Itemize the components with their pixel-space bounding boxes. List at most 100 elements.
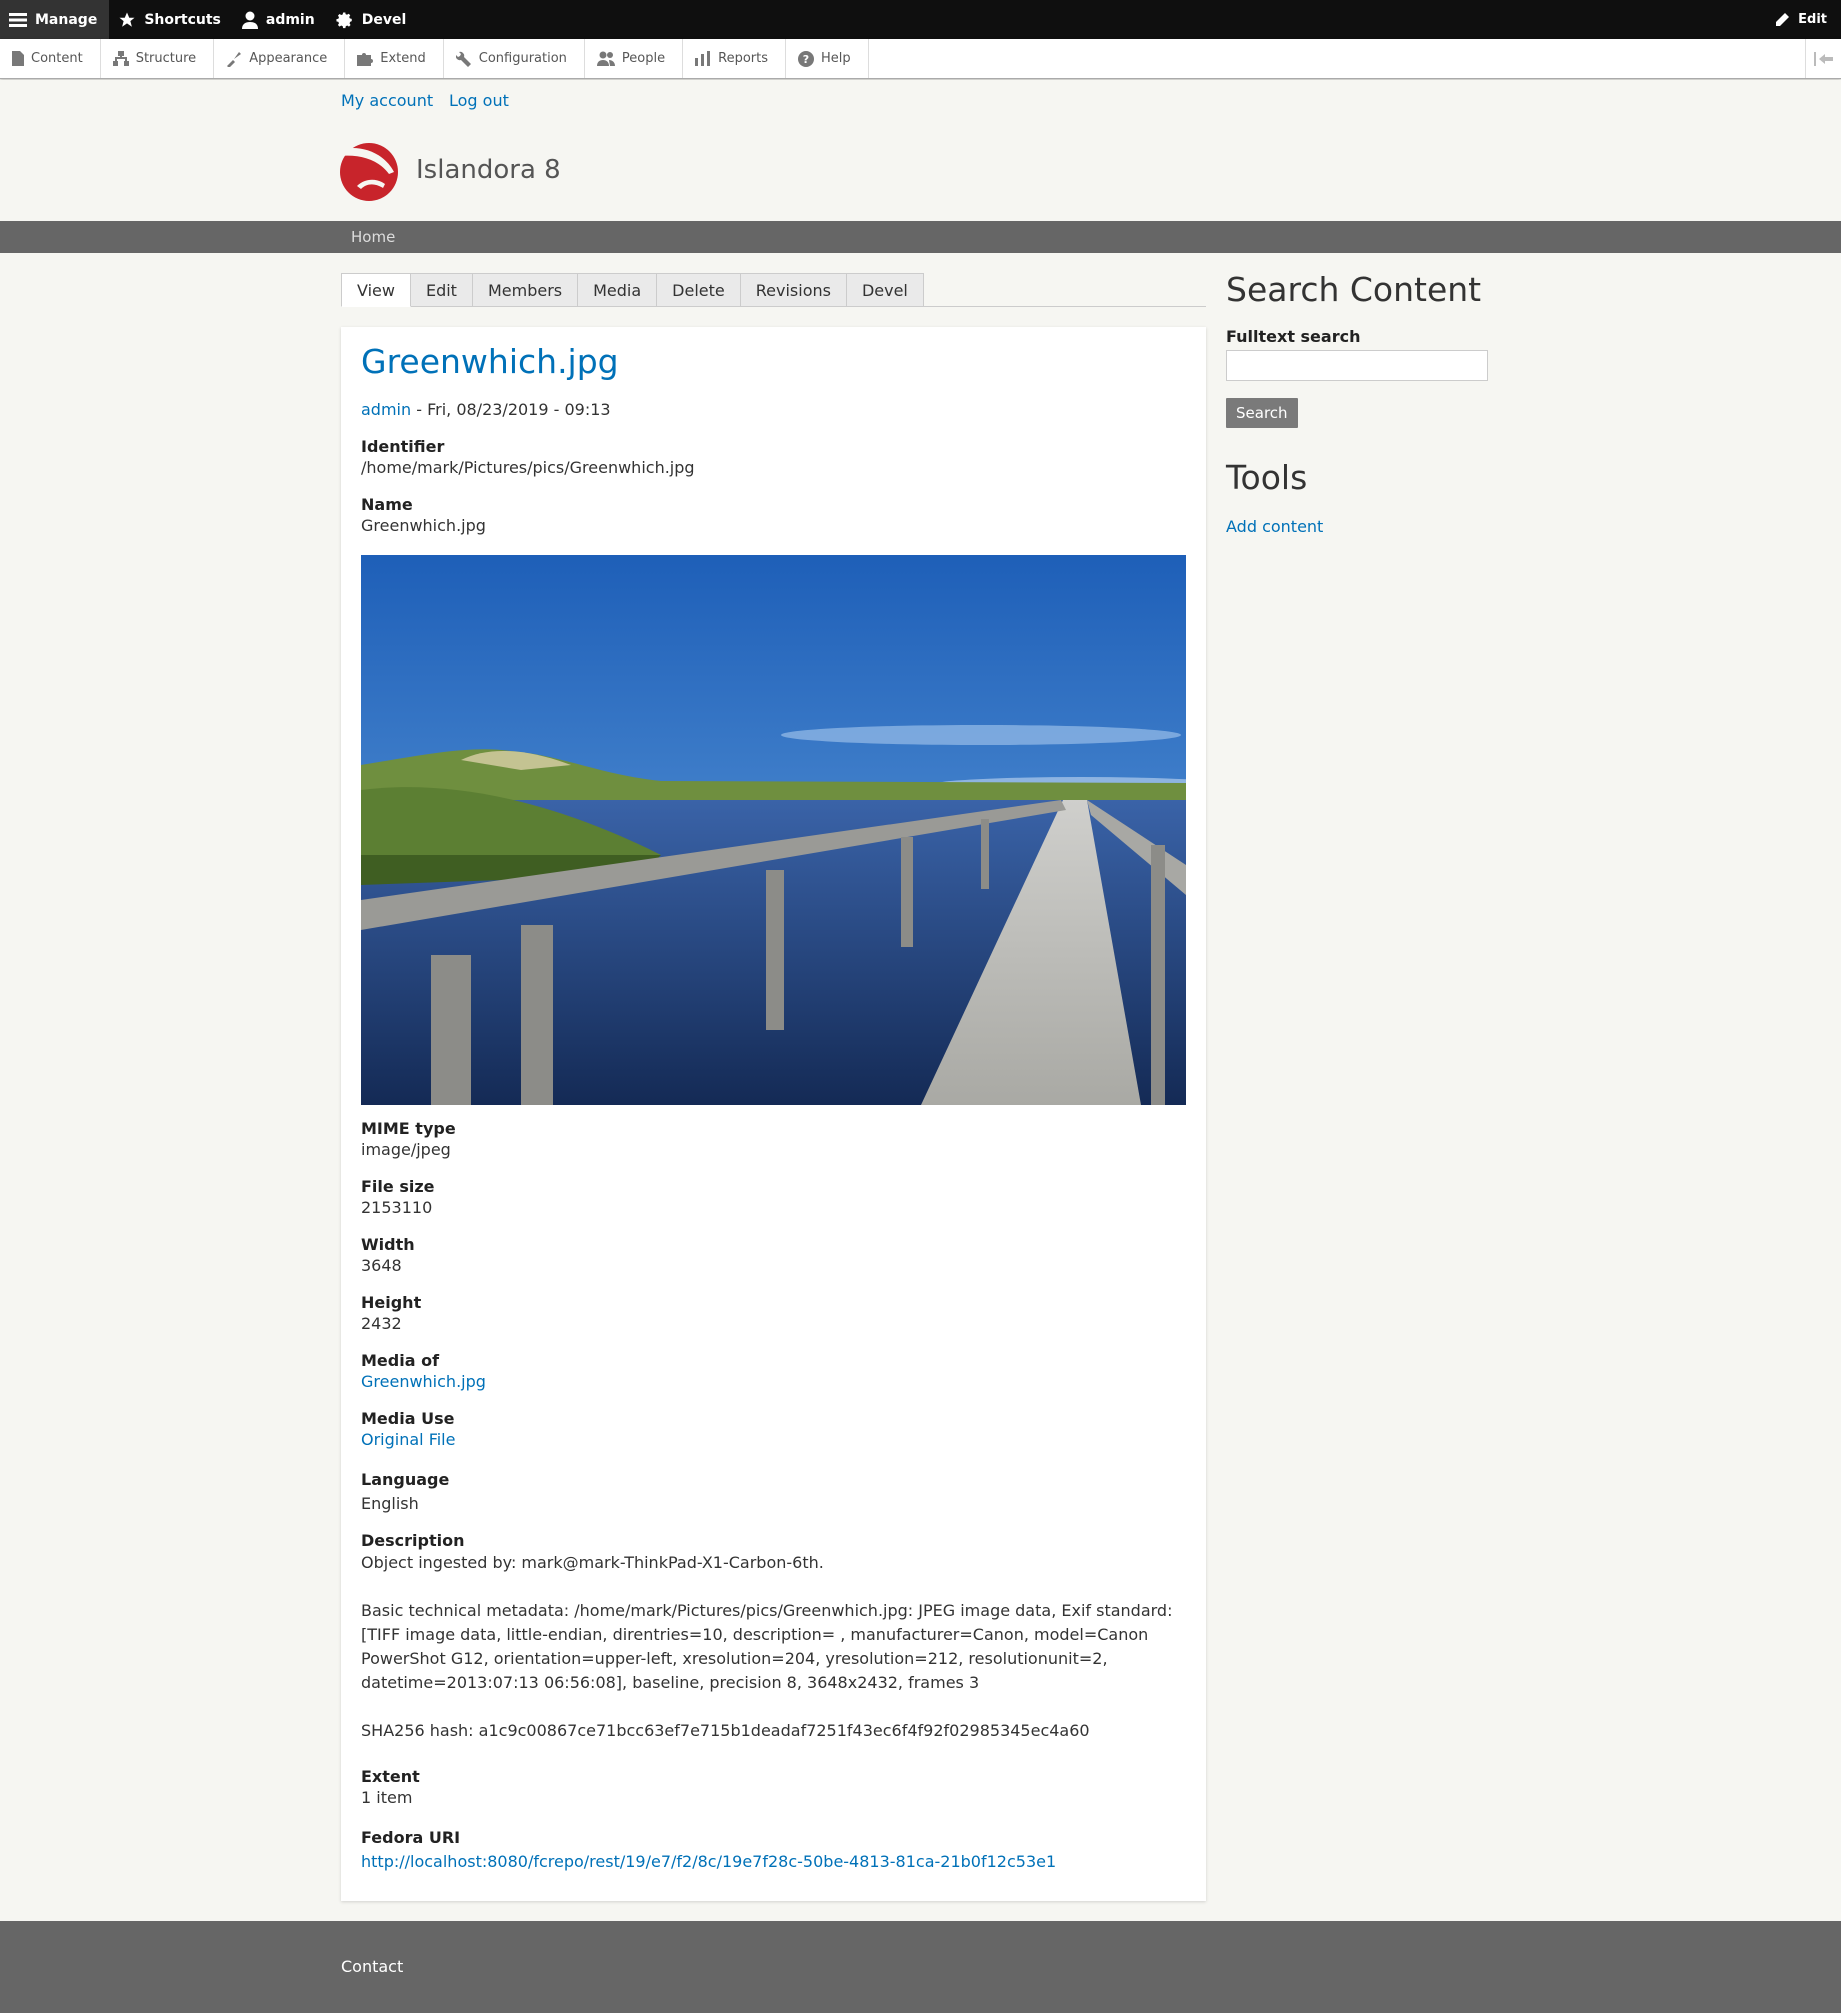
field-value: 1 item [361, 1788, 413, 1807]
shortcuts-label: Shortcuts [144, 11, 221, 28]
field-value: image/jpeg [361, 1140, 451, 1159]
field-media-use: Media Use Original File [361, 1408, 455, 1450]
bar-chart-icon [695, 51, 711, 66]
search-button[interactable]: Search [1226, 398, 1298, 428]
tray-item-reports[interactable]: Reports [683, 39, 786, 78]
field-label: Media Use [361, 1409, 455, 1428]
gear-icon [336, 12, 352, 28]
edit-toggle[interactable]: Edit [1774, 0, 1827, 39]
field-label: Fedora URI [361, 1828, 461, 1847]
author-link[interactable]: admin [361, 400, 411, 419]
field-value: 3648 [361, 1256, 402, 1275]
brush-icon [227, 51, 242, 67]
shortcuts-tab[interactable]: Shortcuts [109, 0, 233, 39]
tray-item-help[interactable]: ? Help [786, 39, 869, 78]
tab-media[interactable]: Media [578, 273, 658, 307]
media-content: Greenwhich.jpg admin - Fri, 08/23/2019 -… [341, 327, 1206, 1901]
pencil-icon [1776, 12, 1790, 26]
hamburger-icon [9, 12, 27, 27]
description-paragraph: SHA256 hash: a1c9c00867ce71bcc63ef7e715b… [361, 1721, 1090, 1740]
field-media-of: Media of Greenwhich.jpg [361, 1350, 486, 1392]
devel-label: Devel [361, 11, 407, 28]
local-tasks: View Edit Members Media Delete Revisions… [341, 273, 1206, 307]
tab-revisions[interactable]: Revisions [740, 273, 847, 307]
tray-label: Help [821, 51, 851, 66]
field-label: Description [361, 1531, 465, 1550]
field-language: Language English [361, 1469, 449, 1514]
tray-item-content[interactable]: Content [0, 39, 101, 78]
user-label: admin [265, 11, 315, 28]
devel-tab[interactable]: Devel [327, 0, 419, 39]
field-value: /home/mark/Pictures/pics/Greenwhich.jpg [361, 458, 695, 477]
breadcrumb-home[interactable]: Home [351, 228, 395, 246]
search-block-title: Search Content [1226, 270, 1482, 309]
people-icon [596, 51, 615, 66]
description-paragraph: Object ingested by: mark@mark-ThinkPad-X… [361, 1553, 824, 1572]
submitted-date: - Fri, 08/23/2019 - 09:13 [411, 400, 611, 419]
tab-view[interactable]: View [341, 273, 411, 307]
help-icon: ? [798, 50, 814, 67]
field-label: Name [361, 495, 413, 514]
admin-toolbar: Manage Shortcuts admin Devel Edit [0, 0, 1841, 39]
field-value: 2153110 [361, 1198, 433, 1217]
admin-tray: Content Structure Appearance Extend Conf… [0, 39, 1841, 79]
site-logo[interactable] [339, 142, 399, 206]
field-file-size: File size 2153110 [361, 1176, 435, 1218]
site-name[interactable]: Islandora 8 [416, 155, 561, 185]
manage-label: Manage [35, 11, 98, 28]
breadcrumb: Home [0, 221, 1841, 253]
tab-devel[interactable]: Devel [846, 273, 924, 307]
tray-item-extend[interactable]: Extend [345, 39, 444, 78]
my-account-link[interactable]: My account [341, 91, 433, 110]
islandora-logo-icon [339, 143, 398, 201]
add-content-link[interactable]: Add content [1226, 517, 1546, 536]
tab-delete[interactable]: Delete [657, 273, 741, 307]
tray-item-appearance[interactable]: Appearance [214, 39, 346, 78]
tray-item-structure[interactable]: Structure [101, 39, 215, 78]
site-footer: Contact [0, 1921, 1841, 2013]
wrench-icon [455, 51, 471, 67]
log-out-link[interactable]: Log out [449, 91, 509, 110]
field-value: English [361, 1494, 419, 1513]
field-extent: Extent 1 item [361, 1766, 420, 1808]
search-label: Fulltext search [1226, 327, 1361, 346]
tray-label: People [621, 51, 666, 66]
media-use-link[interactable]: Original File [361, 1430, 455, 1449]
tab-edit[interactable]: Edit [410, 273, 473, 307]
field-name: Name Greenwhich.jpg [361, 494, 486, 536]
tab-members[interactable]: Members [472, 273, 579, 307]
field-width: Width 3648 [361, 1234, 415, 1276]
field-label: File size [361, 1177, 435, 1196]
sidebar: Search Content Fulltext search Search To… [1226, 270, 1546, 536]
tray-label: Extend [380, 51, 426, 66]
field-value: Greenwhich.jpg [361, 516, 486, 535]
media-of-link[interactable]: Greenwhich.jpg [361, 1372, 486, 1391]
tray-label: Structure [135, 51, 197, 66]
structure-icon [112, 51, 129, 66]
user-tab[interactable]: admin [233, 0, 327, 39]
tray-orientation-toggle[interactable] [1805, 39, 1841, 78]
description-paragraph: Basic technical metadata: /home/mark/Pic… [361, 1601, 1173, 1692]
tray-label: Appearance [249, 51, 328, 66]
secondary-menu: My account Log out [0, 80, 1841, 124]
star-icon [119, 12, 135, 27]
tray-item-configuration[interactable]: Configuration [444, 39, 585, 78]
field-value: 2432 [361, 1314, 402, 1333]
submitted-info: admin - Fri, 08/23/2019 - 09:13 [361, 400, 611, 419]
user-icon [241, 11, 258, 29]
collapse-icon [1813, 51, 1833, 66]
search-input[interactable] [1226, 350, 1488, 381]
contact-link[interactable]: Contact [341, 1957, 403, 1976]
fedora-uri-link[interactable]: http://localhost:8080/fcrepo/rest/19/e7/… [361, 1851, 1056, 1872]
svg-text:?: ? [803, 53, 809, 66]
tray-item-people[interactable]: People [585, 39, 684, 78]
field-label: Width [361, 1235, 415, 1254]
tray-label: Content [31, 51, 83, 66]
document-icon [12, 51, 24, 66]
manage-tab[interactable]: Manage [0, 0, 110, 39]
page-title[interactable]: Greenwhich.jpg [361, 342, 619, 381]
field-label: Language [361, 1470, 450, 1489]
puzzle-icon [357, 53, 374, 66]
field-fedora-uri: Fedora URI http://localhost:8080/fcrepo/… [361, 1827, 1056, 1872]
field-label: MIME type [361, 1119, 456, 1138]
